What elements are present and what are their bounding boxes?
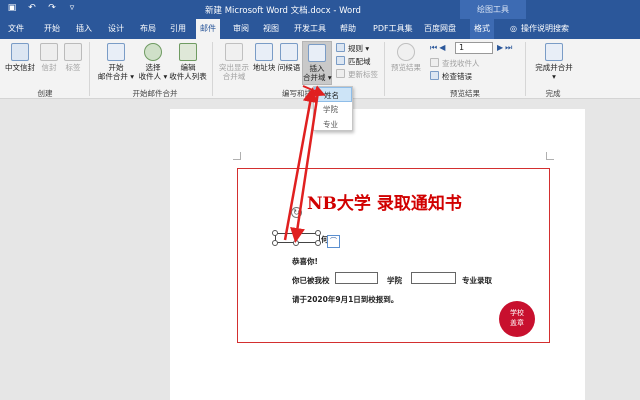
group-label-finish: 完成 xyxy=(545,89,561,98)
preview-icon xyxy=(397,43,415,61)
tab-file[interactable]: 文件 xyxy=(4,19,28,39)
group-separator xyxy=(525,42,526,96)
group-separator xyxy=(384,42,385,96)
tab-home[interactable]: 开始 xyxy=(40,19,64,39)
lightbulb-icon: ◎ xyxy=(510,24,517,33)
labels-icon xyxy=(64,43,82,61)
merge-field-dropdown: 姓名 学院 专业 xyxy=(313,86,353,131)
admission-text-major: 专业录取 xyxy=(462,276,492,285)
quick-access-toolbar: ▣ ↶ ↷ ▿ xyxy=(6,3,78,13)
update-labels-button[interactable]: 更新标签 xyxy=(336,69,378,80)
school-seal: 学校 盖章 xyxy=(499,301,535,337)
envelope-icon xyxy=(40,43,58,61)
find-icon xyxy=(430,58,439,67)
greeting-line-button[interactable]: 问候语 xyxy=(277,43,301,72)
first-record-icon[interactable]: ⏮ xyxy=(430,43,439,52)
group-separator xyxy=(212,42,213,96)
find-recipient-button[interactable]: 查找收件人 xyxy=(430,58,480,69)
record-navigation-forward: ▶⏭ xyxy=(497,43,514,53)
tell-me-search[interactable]: ◎ 操作说明搜索 xyxy=(510,19,569,39)
resize-handle[interactable] xyxy=(293,240,299,246)
prev-record-icon[interactable]: ◀ xyxy=(439,43,447,52)
layout-options-icon[interactable]: ⌒ xyxy=(327,235,340,248)
tell-me-label: 操作说明搜索 xyxy=(520,24,569,33)
check-errors-icon xyxy=(430,71,439,80)
admission-text-college: 学院 xyxy=(387,276,402,285)
tab-insert[interactable]: 插入 xyxy=(72,19,96,39)
title-bar: ▣ ↶ ↷ ▿ 新建 Microsoft Word 文档.docx - Word… xyxy=(0,0,640,19)
admission-text-school: 你已被我校 xyxy=(292,276,330,285)
match-fields-icon xyxy=(336,56,345,65)
start-mail-merge-button[interactable]: 开始 邮件合并 ▾ xyxy=(96,43,136,81)
highlight-merge-fields-button[interactable]: 突出显示 合并域 xyxy=(216,43,252,81)
address-block-button[interactable]: 地址块 xyxy=(252,43,276,72)
tab-view[interactable]: 视图 xyxy=(259,19,283,39)
document-title: 新建 Microsoft Word 文档.docx - Word xyxy=(205,6,361,16)
document-merge-icon xyxy=(107,43,125,61)
match-fields-button[interactable]: 匹配域 xyxy=(336,56,371,67)
greeting-text: 恭喜你! xyxy=(292,257,318,266)
resize-handle[interactable] xyxy=(293,230,299,236)
chinese-envelope-button[interactable]: 中文信封 xyxy=(4,43,36,72)
update-labels-icon xyxy=(336,69,345,78)
finish-and-merge-button[interactable]: 完成并合并 ▾ xyxy=(532,43,576,81)
edit-recipient-list-button[interactable]: 编辑 收件人列表 xyxy=(168,43,208,81)
merge-field-name[interactable]: 姓名 xyxy=(314,87,352,102)
merge-field-major[interactable]: 专业 xyxy=(314,117,352,132)
labels-button[interactable]: 标签 xyxy=(63,43,83,72)
last-record-icon[interactable]: ⏭ xyxy=(505,43,514,52)
college-field-box xyxy=(335,272,378,284)
select-recipients-button[interactable]: 选择 收件人 ▾ xyxy=(136,43,170,81)
recipients-icon xyxy=(144,43,162,61)
next-record-icon[interactable]: ▶ xyxy=(497,43,505,52)
resize-handle[interactable] xyxy=(272,230,278,236)
envelope-icon xyxy=(11,43,29,61)
group-label-start-merge: 开始邮件合并 xyxy=(132,89,178,98)
tab-layout[interactable]: 布局 xyxy=(136,19,160,39)
tab-pdf-tools[interactable]: PDF工具集 xyxy=(369,19,417,39)
ribbon-tab-bar: 文件 开始 插入 设计 布局 引用 邮件 审阅 视图 开发工具 帮助 PDF工具… xyxy=(0,19,640,39)
tab-design[interactable]: 设计 xyxy=(104,19,128,39)
insert-merge-field-button[interactable]: 插入 合并域 ▾ xyxy=(302,41,332,85)
customize-icon[interactable]: ▿ xyxy=(66,3,78,13)
group-label-create: 创建 xyxy=(37,89,53,98)
margin-corner-mark xyxy=(546,152,554,160)
undo-icon[interactable]: ↶ xyxy=(26,3,38,13)
merge-field-college[interactable]: 学院 xyxy=(314,102,352,117)
record-navigation: ⏮◀ xyxy=(430,43,447,53)
rules-icon xyxy=(336,43,345,52)
group-label-preview: 预览结果 xyxy=(450,89,480,98)
margin-corner-mark xyxy=(233,152,241,160)
envelope-button[interactable]: 信封 xyxy=(38,43,60,72)
group-separator xyxy=(89,42,90,96)
tab-baidu-netdisk[interactable]: 百度网盘 xyxy=(420,19,460,39)
tab-format[interactable]: 格式 xyxy=(470,19,494,39)
tab-references[interactable]: 引用 xyxy=(166,19,190,39)
report-date-text: 请于2020年9月1日到校报到。 xyxy=(292,295,399,304)
major-field-box xyxy=(411,272,456,284)
record-number-input[interactable]: 1 xyxy=(455,42,493,54)
certificate-title: NB大学 录取通知书 xyxy=(307,194,462,214)
tab-help[interactable]: 帮助 xyxy=(336,19,360,39)
seal-line: 学校 xyxy=(510,309,524,317)
greeting-line-icon xyxy=(280,43,298,61)
save-icon[interactable]: ▣ xyxy=(6,3,18,13)
edit-list-icon xyxy=(179,43,197,61)
rules-button[interactable]: 规则 ▾ xyxy=(336,43,369,54)
check-errors-button[interactable]: 检查错误 xyxy=(430,71,472,82)
rotate-handle-icon[interactable]: ↻ xyxy=(291,207,302,218)
tab-review[interactable]: 审阅 xyxy=(229,19,253,39)
highlight-icon xyxy=(225,43,243,61)
tab-developer[interactable]: 开发工具 xyxy=(290,19,330,39)
preview-results-button[interactable]: 预览结果 xyxy=(388,43,424,72)
merge-field-icon xyxy=(308,44,326,62)
group-label-write-insert: 编写和插 xyxy=(282,89,312,98)
address-block-icon xyxy=(255,43,273,61)
seal-line: 盖章 xyxy=(510,319,524,327)
tab-mailings[interactable]: 邮件 xyxy=(196,19,220,39)
redo-icon[interactable]: ↷ xyxy=(46,3,58,13)
resize-handle[interactable] xyxy=(272,240,278,246)
drawing-tools-context-label: 绘图工具 xyxy=(460,0,526,19)
finish-merge-icon xyxy=(545,43,563,61)
